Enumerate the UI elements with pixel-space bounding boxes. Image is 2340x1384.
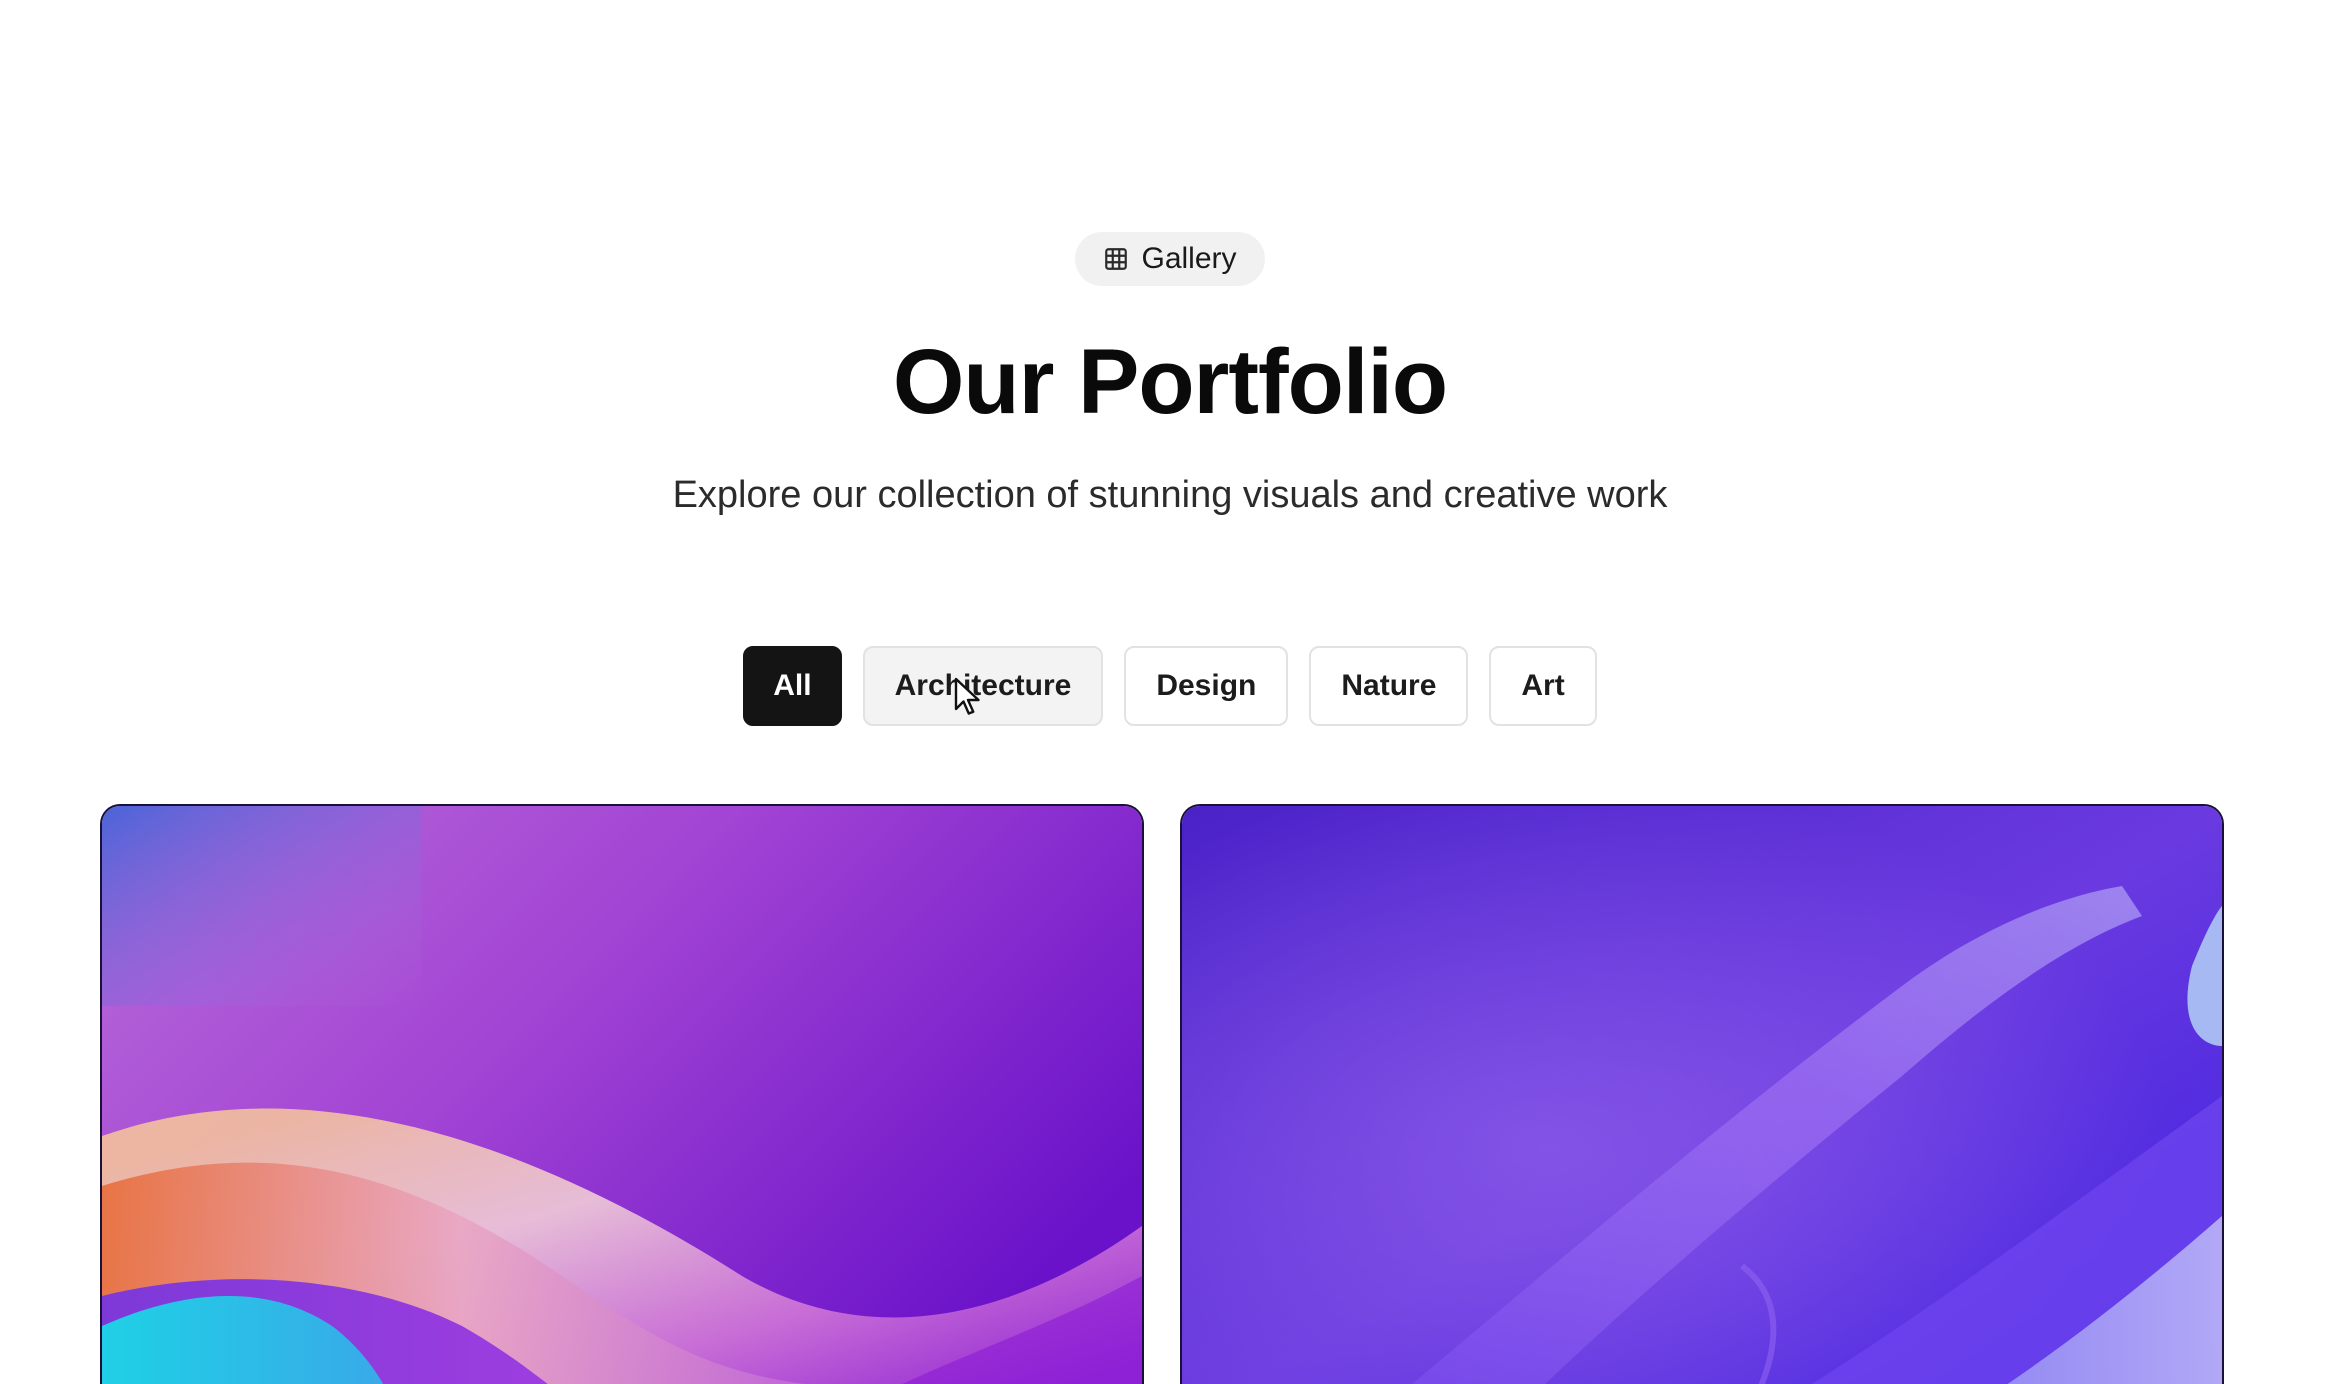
gallery-grid [102, 806, 2222, 1384]
gallery-card[interactable] [1182, 806, 2222, 1384]
filter-nature-button[interactable]: Nature [1309, 646, 1469, 726]
gallery-image-1 [102, 806, 1142, 1384]
filter-all-button[interactable]: All [743, 646, 842, 726]
grid-icon [1105, 248, 1128, 270]
gallery-card[interactable] [102, 806, 1142, 1384]
page-title: Our Portfolio [892, 331, 1448, 433]
filter-design-button[interactable]: Design [1124, 646, 1289, 726]
portfolio-header: Gallery Our Portfolio Explore our collec… [0, 232, 2340, 519]
gallery-image-2 [1182, 806, 2222, 1384]
portfolio-page: Gallery Our Portfolio Explore our collec… [0, 0, 2340, 1384]
gallery-badge: Gallery [1075, 232, 1265, 286]
filter-art-button[interactable]: Art [1489, 646, 1597, 726]
gallery-badge-label: Gallery [1141, 242, 1237, 275]
page-subtitle: Explore our collection of stunning visua… [672, 474, 1668, 517]
category-filters: All Architecture Design Nature Art [0, 646, 2340, 726]
mouse-cursor-icon [954, 677, 980, 715]
